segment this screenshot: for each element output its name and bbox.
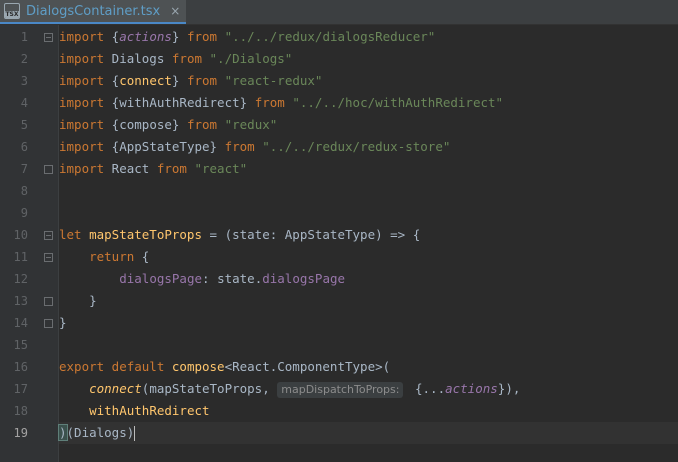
line-number: 6 (20, 140, 28, 154)
code-line-11: return { (89, 249, 150, 264)
line-number: 9 (20, 206, 28, 220)
line-number: 12 (13, 272, 28, 286)
code-line-12: dialogsPage: state.dialogsPage (119, 271, 346, 286)
close-tab-icon[interactable]: × (170, 4, 180, 18)
line-number: 11 (13, 250, 28, 264)
code-line-17: connect(mapStateToProps, mapDispatchToPr… (89, 381, 521, 398)
code-line-5: import {compose} from "redux" (59, 117, 278, 132)
line-number: 14 (13, 316, 28, 330)
line-number: 5 (20, 118, 28, 132)
line-number: 13 (13, 294, 28, 308)
fold-marker-icon[interactable] (44, 165, 53, 174)
text-caret (134, 426, 136, 441)
code-line-19: )(Dialogs) (58, 422, 678, 444)
code-line-18: withAuthRedirect (89, 403, 210, 418)
line-number: 1 (20, 30, 28, 44)
code-line-3: import {connect} from "react-redux" (59, 73, 323, 88)
line-number: 4 (20, 96, 28, 110)
fold-marker-icon[interactable] (44, 231, 53, 240)
line-number: 16 (13, 360, 28, 374)
code-line-4: import {withAuthRedirect} from "../../ho… (59, 95, 504, 110)
line-number: 19 (13, 426, 28, 440)
editor-tab-bar: TSX DialogsContainer.tsx × (0, 0, 678, 25)
tab-filename: DialogsContainer.tsx (26, 3, 161, 19)
tsx-file-icon: TSX (4, 3, 20, 19)
fold-marker-icon[interactable] (44, 297, 53, 306)
line-number: 2 (20, 52, 28, 66)
parameter-hint: mapDispatchToProps: (277, 381, 404, 398)
fold-marker-icon[interactable] (44, 253, 53, 262)
line-number: 17 (13, 382, 28, 396)
code-line-7: import React from "react" (59, 161, 248, 176)
line-number: 18 (13, 404, 28, 418)
line-number-gutter: 1 2 3 4 5 6 7 8 9 10 11 12 13 14 15 16 17 18 19 (0, 25, 59, 462)
code-line-10: let mapStateToProps = (state: AppStateTy… (59, 227, 421, 242)
code-line-2: import Dialogs from "./Dialogs" (59, 51, 293, 66)
line-number: 7 (20, 162, 28, 176)
code-editor[interactable]: import {actions} from "../../redux/dialo… (58, 25, 678, 462)
line-number: 10 (13, 228, 28, 242)
file-tab[interactable]: TSX DialogsContainer.tsx × (0, 0, 186, 24)
code-line-14: } (59, 315, 67, 330)
code-line-6: import {AppStateType} from "../../redux/… (59, 139, 451, 154)
fold-marker-icon[interactable] (44, 319, 53, 328)
code-line-13: } (89, 293, 97, 308)
line-number: 15 (13, 338, 28, 352)
code-line-1: import {actions} from "../../redux/dialo… (59, 29, 436, 44)
code-line-16: export default compose<React.ComponentTy… (59, 359, 391, 374)
fold-marker-icon[interactable] (44, 33, 53, 42)
line-number: 3 (20, 74, 28, 88)
line-number: 8 (20, 184, 28, 198)
